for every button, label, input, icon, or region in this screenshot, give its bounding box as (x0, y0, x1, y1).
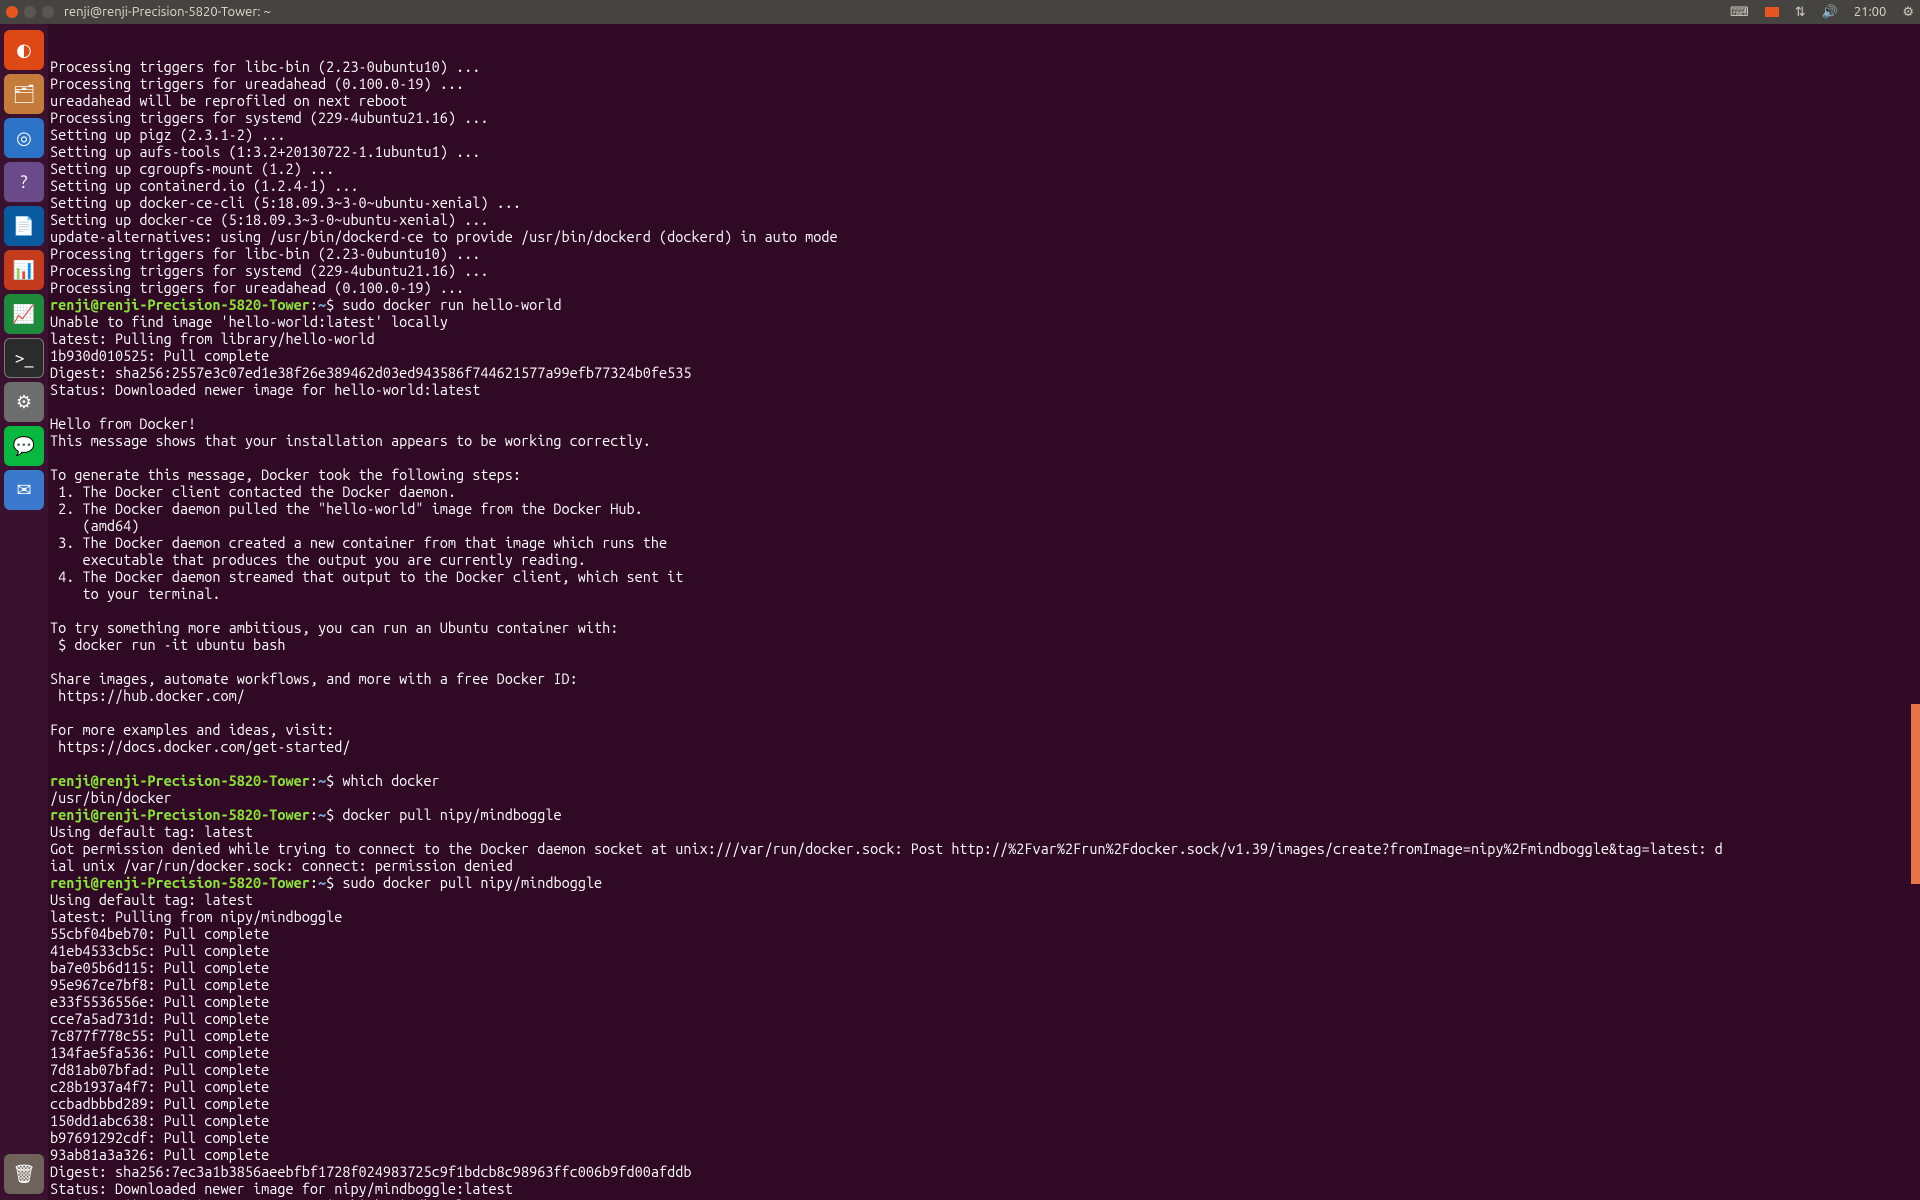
terminal-output-line (50, 602, 1920, 619)
terminal-output-line: 150dd1abc638: Pull complete (50, 1112, 1920, 1129)
network-icon[interactable]: ⇅ (1795, 5, 1806, 20)
terminal-output-line: update-alternatives: using /usr/bin/dock… (50, 228, 1920, 245)
terminal-output-line: To generate this message, Docker took th… (50, 466, 1920, 483)
terminal-output-line: 3. The Docker daemon created a new conta… (50, 534, 1920, 551)
terminal-output-line: ccbadbbbd289: Pull complete (50, 1095, 1920, 1112)
maximize-icon[interactable] (42, 6, 54, 18)
terminal-output-line: Digest: sha256:2557e3c07ed1e38f26e389462… (50, 364, 1920, 381)
terminal-output-line: Setting up aufs-tools (1:3.2+20130722-1.… (50, 143, 1920, 160)
terminal-output-line: 1. The Docker client contacted the Docke… (50, 483, 1920, 500)
terminal-output-line: Digest: sha256:7ec3a1b3856aeebfbf1728f02… (50, 1163, 1920, 1180)
terminal-output-line: $ docker run -it ubuntu bash (50, 636, 1920, 653)
launcher-files[interactable]: 🗂 (4, 74, 44, 114)
terminal-output-line: /usr/bin/docker (50, 789, 1920, 806)
terminal[interactable]: Processing triggers for libc-bin (2.23-0… (48, 24, 1920, 1200)
terminal-output-line: c28b1937a4f7: Pull complete (50, 1078, 1920, 1095)
terminal-output-line: to your terminal. (50, 585, 1920, 602)
terminal-output-line: ial unix /var/run/docker.sock: connect: … (50, 857, 1920, 874)
launcher-help[interactable]: ? (4, 162, 44, 202)
terminal-output-line: 93ab81a3a326: Pull complete (50, 1146, 1920, 1163)
terminal-output-line: Processing triggers for ureadahead (0.10… (50, 279, 1920, 296)
terminal-output-line: To try something more ambitious, you can… (50, 619, 1920, 636)
terminal-output-line: executable that produces the output you … (50, 551, 1920, 568)
terminal-output-line: Processing triggers for systemd (229-4ub… (50, 262, 1920, 279)
terminal-output-line: 7d81ab07bfad: Pull complete (50, 1061, 1920, 1078)
terminal-command-line: renji@renji-Precision-5820-Tower:~$ whic… (50, 772, 1920, 789)
terminal-output-line: Processing triggers for libc-bin (2.23-0… (50, 245, 1920, 262)
terminal-output-line: latest: Pulling from nipy/mindboggle (50, 908, 1920, 925)
terminal-output-line: Share images, automate workflows, and mo… (50, 670, 1920, 687)
terminal-output-line: Setting up cgroupfs-mount (1.2) ... (50, 160, 1920, 177)
terminal-output-line: (amd64) (50, 517, 1920, 534)
terminal-output-line: b97691292cdf: Pull complete (50, 1129, 1920, 1146)
volume-icon[interactable]: 🔊 (1822, 5, 1838, 20)
launcher-ubuntu-dash[interactable]: ◐ (4, 30, 44, 70)
scrollbar-thumb[interactable] (1911, 704, 1920, 884)
terminal-command-line: renji@renji-Precision-5820-Tower:~$ sudo… (50, 296, 1920, 313)
terminal-output-line: Using default tag: latest (50, 823, 1920, 840)
launcher: ◐🗂◎?📄📊📈>_⚙💬✉ 🗑 (0, 24, 48, 1200)
terminal-output-line (50, 398, 1920, 415)
terminal-output-line: 1b930d010525: Pull complete (50, 347, 1920, 364)
launcher-impress[interactable]: 📊 (4, 250, 44, 290)
terminal-output-line: 95e967ce7bf8: Pull complete (50, 976, 1920, 993)
launcher-mail[interactable]: ✉ (4, 470, 44, 510)
terminal-output-line (50, 755, 1920, 772)
status-indicators: ⌨ ⇅ 🔊 21:00 ⚙ (1730, 5, 1914, 20)
minimize-icon[interactable] (24, 6, 36, 18)
menu-bar: renji@renji-Precision-5820-Tower: ~ ⌨ ⇅ … (0, 0, 1920, 24)
terminal-output-line: https://docs.docker.com/get-started/ (50, 738, 1920, 755)
terminal-output-line: Processing triggers for libc-bin (2.23-0… (50, 58, 1920, 75)
terminal-output-line: cce7a5ad731d: Pull complete (50, 1010, 1920, 1027)
terminal-output-line: Setting up containerd.io (1.2.4-1) ... (50, 177, 1920, 194)
terminal-output-line: Unable to find image 'hello-world:latest… (50, 313, 1920, 330)
terminal-output-line: 4. The Docker daemon streamed that outpu… (50, 568, 1920, 585)
launcher-chromium[interactable]: ◎ (4, 118, 44, 158)
terminal-output-line (50, 704, 1920, 721)
terminal-output-line: Status: Downloaded newer image for hello… (50, 381, 1920, 398)
terminal-output-line: Setting up docker-ce (5:18.09.3~3-0~ubun… (50, 211, 1920, 228)
window-buttons (6, 6, 54, 18)
launcher-settings[interactable]: ⚙ (4, 382, 44, 422)
terminal-output-line: ureadahead will be reprofiled on next re… (50, 92, 1920, 109)
launcher-writer[interactable]: 📄 (4, 206, 44, 246)
terminal-output-line (50, 449, 1920, 466)
launcher-wechat[interactable]: 💬 (4, 426, 44, 466)
launcher-trash[interactable]: 🗑 (4, 1154, 44, 1194)
terminal-command-line: renji@renji-Precision-5820-Tower:~$ sudo… (50, 874, 1920, 891)
terminal-output-line: https://hub.docker.com/ (50, 687, 1920, 704)
keyboard-icon[interactable]: ⌨ (1730, 5, 1749, 20)
terminal-output-line (50, 653, 1920, 670)
terminal-output-line: ba7e05b6d115: Pull complete (50, 959, 1920, 976)
terminal-output-line: Setting up docker-ce-cli (5:18.09.3~3-0~… (50, 194, 1920, 211)
window-title: renji@renji-Precision-5820-Tower: ~ (64, 5, 271, 19)
terminal-output-line: 41eb4533cb5c: Pull complete (50, 942, 1920, 959)
terminal-output-line: Hello from Docker! (50, 415, 1920, 432)
terminal-output-line: This message shows that your installatio… (50, 432, 1920, 449)
clock[interactable]: 21:00 (1854, 5, 1887, 19)
terminal-output-line: Status: Downloaded newer image for nipy/… (50, 1180, 1920, 1197)
terminal-output-line: Using default tag: latest (50, 891, 1920, 908)
gear-icon[interactable]: ⚙ (1902, 5, 1914, 20)
terminal-output-line: For more examples and ideas, visit: (50, 721, 1920, 738)
terminal-output-line: Got permission denied while trying to co… (50, 840, 1920, 857)
terminal-output-line: latest: Pulling from library/hello-world (50, 330, 1920, 347)
terminal-output-line: 7c877f778c55: Pull complete (50, 1027, 1920, 1044)
terminal-output-line: Processing triggers for systemd (229-4ub… (50, 109, 1920, 126)
workspace-icon[interactable] (1765, 7, 1779, 17)
terminal-output-line: Processing triggers for ureadahead (0.10… (50, 75, 1920, 92)
terminal-output-line: 134fae5fa536: Pull complete (50, 1044, 1920, 1061)
terminal-output-line: Setting up pigz (2.3.1-2) ... (50, 126, 1920, 143)
close-icon[interactable] (6, 6, 18, 18)
terminal-output-line: e33f5536556e: Pull complete (50, 993, 1920, 1010)
launcher-calc[interactable]: 📈 (4, 294, 44, 334)
terminal-command-line: renji@renji-Precision-5820-Tower:~$ dock… (50, 806, 1920, 823)
terminal-output-line: 2. The Docker daemon pulled the "hello-w… (50, 500, 1920, 517)
terminal-output-line: 55cbf04beb70: Pull complete (50, 925, 1920, 942)
launcher-terminal[interactable]: >_ (4, 338, 44, 378)
